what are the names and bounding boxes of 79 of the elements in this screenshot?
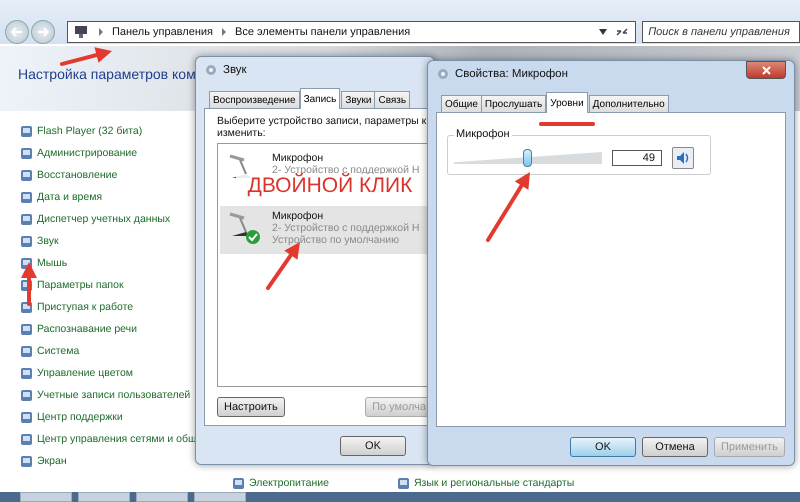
applet-link[interactable]: Параметры папок bbox=[37, 279, 124, 291]
dropdown-caret-icon bbox=[599, 29, 608, 35]
tab[interactable]: Дополнительно bbox=[588, 95, 669, 112]
chevron-icon bbox=[221, 28, 227, 36]
applet-link[interactable]: Мышь bbox=[37, 257, 68, 269]
applet-link[interactable]: Flash Player (32 бита) bbox=[37, 125, 142, 137]
tab[interactable]: Связь bbox=[374, 91, 410, 108]
search-field[interactable]: Поиск в панели управления bbox=[642, 21, 800, 43]
dialog-button[interactable]: OK bbox=[570, 437, 636, 457]
instruction-text: Выберите устройство записи, параметры к bbox=[217, 115, 428, 127]
tab[interactable]: Общие bbox=[441, 95, 482, 112]
applet-icon bbox=[20, 344, 33, 358]
dialog-button[interactable]: Отмена bbox=[642, 437, 708, 457]
taskbar-button[interactable] bbox=[136, 492, 188, 502]
control-panel-icon bbox=[74, 25, 90, 39]
applet-link[interactable]: Электропитание bbox=[249, 477, 329, 489]
taskbar-button[interactable] bbox=[194, 492, 246, 502]
applet-link[interactable]: Диспетчер учетных данных bbox=[37, 213, 170, 225]
applet-icon bbox=[20, 454, 33, 468]
level-field[interactable]: 49 bbox=[612, 150, 662, 166]
breadcrumb-link[interactable]: Все элементы панели управления bbox=[235, 26, 410, 38]
applet-icon bbox=[20, 322, 33, 336]
applet-icon bbox=[20, 388, 33, 402]
tab[interactable]: Воспроизведение bbox=[209, 91, 300, 108]
device-detail: Устройство по умолчанию bbox=[272, 234, 400, 246]
applet-link[interactable]: Экран bbox=[37, 455, 67, 467]
device-name: Микрофон bbox=[272, 152, 324, 164]
back-button[interactable] bbox=[5, 20, 29, 44]
applet-link[interactable]: Учетные записи пользователей bbox=[37, 389, 190, 401]
applet-icon bbox=[20, 146, 33, 160]
group-label: Микрофон bbox=[454, 128, 512, 140]
ok-button[interactable]: OK bbox=[340, 436, 406, 456]
arrow bbox=[21, 262, 37, 306]
close-icon bbox=[762, 66, 770, 74]
applet-link[interactable]: Распознавание речи bbox=[37, 323, 137, 335]
tab[interactable]: Звуки bbox=[341, 91, 376, 108]
taskbar-button[interactable] bbox=[20, 492, 72, 502]
arrow bbox=[486, 172, 530, 242]
applet-icon bbox=[20, 234, 33, 248]
refresh-icon bbox=[615, 26, 630, 38]
applet-icon bbox=[20, 190, 33, 204]
applet-link[interactable]: Система bbox=[37, 345, 80, 357]
applet-icon bbox=[20, 212, 33, 226]
window-title: Звук bbox=[223, 64, 247, 76]
applet-link[interactable]: Дата и время bbox=[37, 191, 102, 203]
applet-icon bbox=[232, 476, 245, 490]
applet-link[interactable]: Центр поддержки bbox=[37, 411, 123, 423]
applet-icon bbox=[20, 432, 33, 446]
arrow bbox=[60, 47, 112, 66]
breadcrumb-link[interactable]: Панель управления bbox=[112, 26, 213, 38]
device-detail: 2- Устройство с поддержкой Н bbox=[272, 222, 420, 234]
forward-button[interactable] bbox=[30, 20, 55, 44]
device-name: Микрофон bbox=[272, 210, 324, 222]
address-bar[interactable]: Панель управления Все элементы панели управления bbox=[66, 21, 636, 43]
applet-icon bbox=[20, 366, 33, 380]
applet-icon bbox=[20, 168, 33, 182]
applet-link[interactable]: Приступая к работе bbox=[37, 301, 134, 313]
back-arrow-icon bbox=[10, 27, 23, 37]
applet-icon bbox=[396, 476, 410, 490]
tab[interactable]: Прослушать bbox=[480, 95, 546, 112]
volume-slider[interactable] bbox=[454, 149, 602, 167]
applet-link[interactable]: Звук bbox=[37, 235, 59, 247]
taskbar-button[interactable] bbox=[78, 492, 130, 502]
applet-link[interactable]: Восстановление bbox=[37, 169, 118, 181]
chevron-icon bbox=[98, 28, 104, 36]
applet-icon bbox=[20, 124, 33, 138]
underline-mark bbox=[539, 122, 595, 126]
window-title: Свойства: Микрофон bbox=[455, 68, 568, 80]
close-button[interactable] bbox=[746, 61, 786, 79]
applet-icon bbox=[20, 410, 33, 424]
applet-link[interactable]: Язык и региональные стандарты bbox=[414, 477, 574, 489]
forward-arrow-icon bbox=[36, 27, 49, 37]
instruction-text: изменить: bbox=[217, 127, 267, 139]
applet-link[interactable]: Администрирование bbox=[37, 147, 138, 159]
tab[interactable]: Запись bbox=[300, 88, 340, 109]
tab[interactable]: Уровни bbox=[546, 92, 588, 113]
dialog-button[interactable]: Настроить bbox=[217, 397, 285, 417]
applet-link[interactable]: Управление цветом bbox=[37, 367, 134, 379]
page-heading: Настройка параметров ком bbox=[18, 66, 196, 82]
